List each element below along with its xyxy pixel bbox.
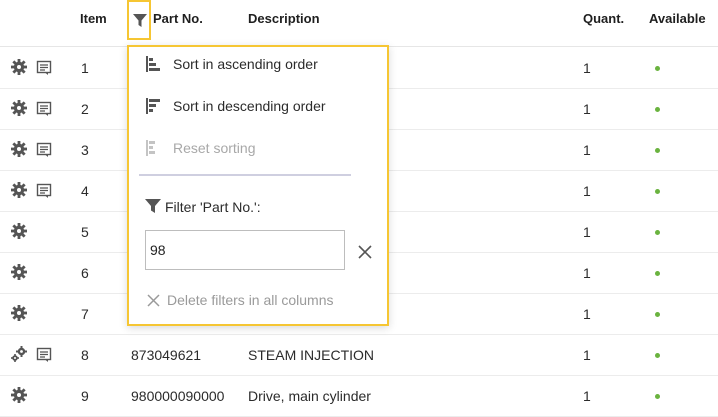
cell-quant: 1 (583, 306, 591, 322)
table-row[interactable]: 8 873049621 STEAM INJECTION 1 (0, 334, 718, 376)
reset-sorting-icon (146, 140, 155, 156)
filter-icon (133, 14, 147, 27)
col-header-description[interactable]: Description (248, 11, 320, 26)
close-icon (147, 294, 160, 307)
available-indicator (655, 189, 660, 194)
sort-descending-label: Sort in descending order (173, 98, 326, 114)
gear-icon[interactable] (10, 140, 28, 158)
available-indicator (655, 394, 660, 399)
available-indicator (655, 271, 660, 276)
available-indicator (655, 312, 660, 317)
delete-filters-label: Delete filters in all columns (167, 292, 334, 308)
clear-filter-icon[interactable] (358, 245, 372, 259)
available-indicator (655, 107, 660, 112)
cell-item: 7 (81, 306, 89, 322)
part-no-filter-button[interactable] (127, 0, 151, 40)
cell-part-no: 873049621 (131, 347, 202, 363)
cell-part-no: 980000090000 (131, 388, 225, 404)
cell-item: 6 (81, 265, 89, 281)
cell-item: 8 (81, 347, 89, 363)
available-indicator (655, 66, 660, 71)
cell-quant: 1 (583, 224, 591, 240)
cell-quant: 1 (583, 347, 591, 363)
sort-ascending-label: Sort in ascending order (173, 56, 318, 72)
reset-sorting-label: Reset sorting (173, 140, 256, 156)
filter-input[interactable] (145, 230, 345, 270)
cell-description: STEAM INJECTION (248, 347, 375, 363)
cell-item: 3 (81, 142, 89, 158)
gears-icon[interactable] (10, 345, 28, 363)
filter-icon (145, 199, 161, 213)
cell-quant: 1 (583, 388, 591, 404)
menu-separator (139, 174, 351, 176)
available-indicator (655, 148, 660, 153)
column-menu-popup: Sort in ascending order Sort in descendi… (127, 45, 389, 326)
gear-icon[interactable] (10, 263, 28, 281)
col-header-item[interactable]: Item (80, 11, 107, 26)
document-icon[interactable] (36, 347, 54, 365)
table-row[interactable]: 9 980000090000 Drive, main cylinder 1 (0, 375, 718, 417)
sort-ascending-icon (146, 56, 160, 72)
document-icon[interactable] (36, 60, 54, 78)
cell-quant: 1 (583, 60, 591, 76)
col-header-available[interactable]: Available (649, 11, 706, 26)
table-header: Item Part No. Description Quant. Availab… (0, 0, 718, 47)
document-icon[interactable] (36, 142, 54, 160)
cell-item: 4 (81, 183, 89, 199)
gear-icon[interactable] (10, 222, 28, 240)
document-icon[interactable] (36, 183, 54, 201)
col-header-part-no[interactable]: Part No. (153, 11, 203, 26)
sort-descending-icon (146, 98, 160, 114)
cell-quant: 1 (583, 265, 591, 281)
gear-icon[interactable] (10, 58, 28, 76)
available-indicator (655, 353, 660, 358)
cell-description: Drive, main cylinder (248, 388, 371, 404)
gear-icon[interactable] (10, 386, 28, 404)
cell-item: 5 (81, 224, 89, 240)
document-icon[interactable] (36, 101, 54, 119)
available-indicator (655, 230, 660, 235)
cell-item: 9 (81, 388, 89, 404)
cell-item: 1 (81, 60, 89, 76)
filter-label-text: Filter 'Part No.': (165, 199, 261, 215)
col-header-quant[interactable]: Quant. (583, 11, 624, 26)
cell-quant: 1 (583, 101, 591, 117)
cell-quant: 1 (583, 142, 591, 158)
gear-icon[interactable] (10, 99, 28, 117)
cell-item: 2 (81, 101, 89, 117)
gear-icon[interactable] (10, 304, 28, 322)
cell-quant: 1 (583, 183, 591, 199)
gear-icon[interactable] (10, 181, 28, 199)
